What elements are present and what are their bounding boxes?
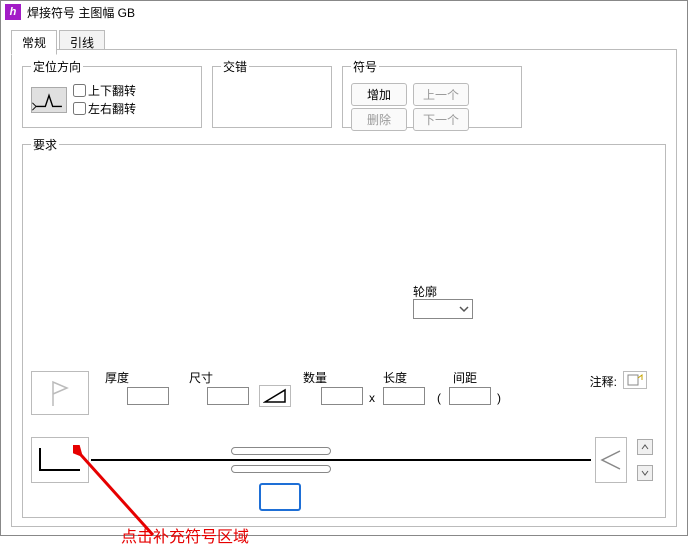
group-orientation-legend: 定位方向	[31, 58, 83, 75]
chevron-up-icon	[641, 443, 649, 451]
group-stagger-legend: 交错	[221, 58, 249, 75]
supplementary-symbol-box[interactable]	[259, 483, 301, 511]
length-label: 长度	[383, 369, 407, 386]
titlebar: h 焊接符号 主图幅 GB	[1, 1, 687, 23]
length-input[interactable]	[383, 387, 425, 405]
group-requirements-legend: 要求	[31, 136, 59, 153]
qty-label: 数量	[303, 369, 327, 386]
checkbox-flip-vertical[interactable]: 上下翻转	[73, 82, 136, 99]
parameter-row: 厚度 尺寸 数量 x 长度 ( 间距 ) 注释	[31, 369, 657, 441]
checkbox-flip-vertical-input[interactable]	[73, 84, 86, 97]
button-delete[interactable]: 删除	[351, 108, 407, 131]
group-symbol-legend: 符号	[351, 58, 379, 75]
group-requirements: 要求 轮廓 厚度 尺寸 数量	[22, 136, 666, 518]
scroll-down-button[interactable]	[637, 465, 653, 481]
lparen: (	[437, 391, 441, 405]
chevron-down-icon	[641, 469, 649, 477]
scroll-up-button[interactable]	[637, 439, 653, 455]
orientation-preview-icon[interactable]	[31, 87, 67, 113]
window-title: 焊接符号 主图幅 GB	[27, 4, 135, 21]
tail-icon	[36, 442, 84, 478]
arrow-icon	[598, 447, 624, 473]
lower-slot[interactable]	[231, 465, 331, 473]
x-separator: x	[369, 391, 375, 405]
size-input[interactable]	[207, 387, 249, 405]
tabpanel-general: 定位方向 上下翻转 左右翻转	[11, 49, 677, 527]
arrow-selector[interactable]	[595, 437, 627, 483]
shape-selector[interactable]	[259, 385, 291, 407]
flag-icon	[45, 378, 75, 408]
thickness-input[interactable]	[127, 387, 169, 405]
qty-input[interactable]	[321, 387, 363, 405]
group-stagger: 交错	[212, 58, 332, 128]
button-prev[interactable]: 上一个	[413, 83, 469, 106]
reference-line	[91, 459, 591, 461]
checkbox-flip-horizontal-label: 左右翻转	[88, 100, 136, 117]
contour-label: 轮廓	[413, 283, 437, 300]
flag-selector[interactable]	[31, 371, 89, 415]
size-label: 尺寸	[189, 369, 213, 386]
group-symbol: 符号 增加 上一个 删除 下一个	[342, 58, 522, 128]
app-icon: h	[5, 4, 21, 20]
checkbox-flip-horizontal-input[interactable]	[73, 102, 86, 115]
rparen: )	[497, 391, 501, 405]
weld-reference-line	[31, 437, 657, 497]
upper-slot[interactable]	[231, 447, 331, 455]
note-icon	[627, 374, 643, 386]
button-add[interactable]: 增加	[351, 83, 407, 106]
button-next[interactable]: 下一个	[413, 108, 469, 131]
chevron-down-icon	[459, 304, 469, 314]
triangle-icon	[263, 388, 287, 404]
pitch-input[interactable]	[449, 387, 491, 405]
note-label: 注释:	[590, 373, 617, 390]
annotation-text: 点击补充符号区域	[121, 523, 249, 547]
tail-selector[interactable]	[31, 437, 89, 483]
checkbox-flip-horizontal[interactable]: 左右翻转	[73, 100, 136, 117]
tab-general[interactable]: 常规	[11, 30, 57, 55]
pitch-label: 间距	[453, 369, 477, 386]
group-orientation: 定位方向 上下翻转 左右翻转	[22, 58, 202, 128]
thickness-label: 厚度	[105, 369, 129, 386]
checkbox-flip-vertical-label: 上下翻转	[88, 82, 136, 99]
contour-select[interactable]	[413, 299, 473, 319]
note-button[interactable]	[623, 371, 647, 389]
